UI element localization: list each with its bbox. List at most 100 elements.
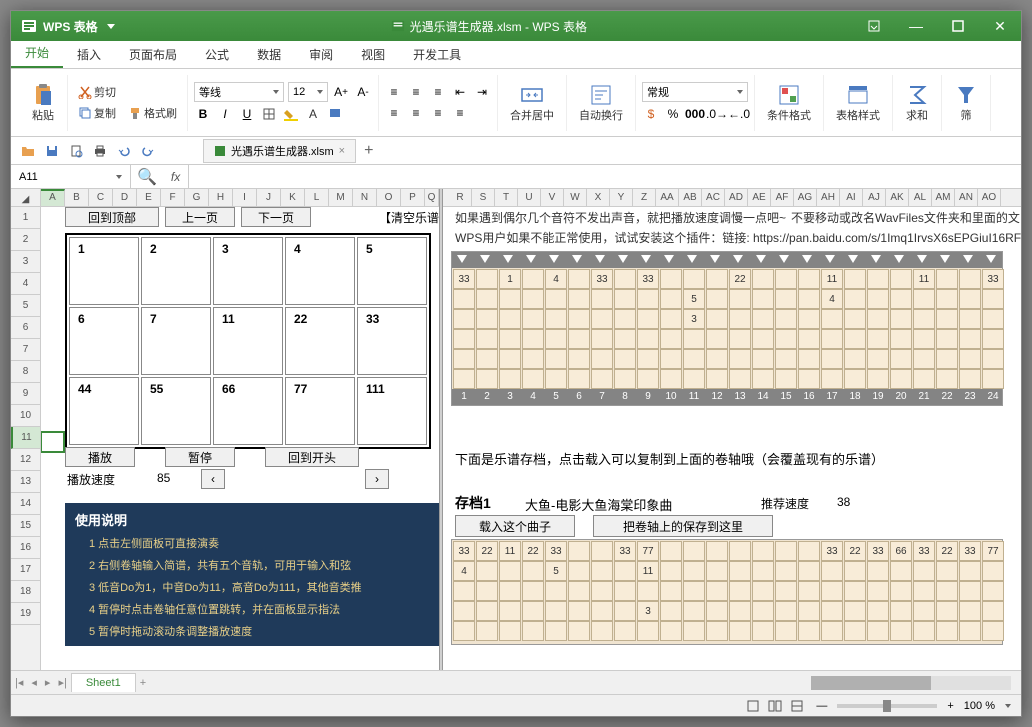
borders-button[interactable] <box>260 105 278 123</box>
tab-formula[interactable]: 公式 <box>191 41 243 68</box>
tab-review[interactable]: 审阅 <box>295 41 347 68</box>
goto-top-button[interactable]: 回到顶部 <box>65 207 159 227</box>
cell-content-area[interactable]: 回到顶部 上一页 下一页 【清空乐谱 123456711223344556677… <box>41 207 1021 670</box>
note-cell[interactable]: 33 <box>453 541 475 561</box>
col-header[interactable]: W <box>564 189 587 206</box>
track-cell[interactable] <box>522 329 544 349</box>
row-header[interactable]: 15 <box>11 515 40 537</box>
track-cell[interactable] <box>752 621 774 641</box>
track-cell[interactable] <box>752 561 774 581</box>
track-cell[interactable] <box>913 601 935 621</box>
track-cell[interactable] <box>614 561 636 581</box>
print-button[interactable] <box>91 142 109 160</box>
tab-home[interactable]: 开始 <box>11 39 63 68</box>
track-cell[interactable] <box>499 289 521 309</box>
track-cell[interactable] <box>821 329 843 349</box>
track-cell[interactable] <box>936 349 958 369</box>
track-cell[interactable] <box>545 601 567 621</box>
track-cell[interactable] <box>867 289 889 309</box>
track-cell[interactable] <box>660 289 682 309</box>
track-cell[interactable] <box>568 289 590 309</box>
tab-data[interactable]: 数据 <box>243 41 295 68</box>
numpad-key[interactable]: 7 <box>141 307 211 375</box>
track-cell[interactable] <box>637 581 659 601</box>
note-cell[interactable]: 22 <box>729 269 751 289</box>
track-cell[interactable] <box>476 621 498 641</box>
track-cell[interactable] <box>844 309 866 329</box>
track-cell[interactable] <box>591 601 613 621</box>
track-cell[interactable] <box>660 329 682 349</box>
track-cell[interactable] <box>660 541 682 561</box>
track-cell[interactable] <box>729 289 751 309</box>
app-logo[interactable]: WPS 表格 <box>11 18 125 35</box>
track-cell[interactable] <box>752 289 774 309</box>
save-song-button[interactable]: 把卷轴上的保存到这里 <box>593 515 773 537</box>
note-cell[interactable]: 3 <box>683 309 705 329</box>
comma-button[interactable]: 000 <box>686 105 704 123</box>
track-cell[interactable] <box>775 541 797 561</box>
track-cell[interactable] <box>982 329 1004 349</box>
number-format-select[interactable]: 常规 <box>642 82 748 102</box>
note-cell[interactable]: 3 <box>637 601 659 621</box>
track-cell[interactable] <box>821 309 843 329</box>
track-cell[interactable] <box>936 269 958 289</box>
note-cell[interactable]: 33 <box>982 269 1004 289</box>
track-cell[interactable] <box>706 369 728 389</box>
track-cell[interactable] <box>775 621 797 641</box>
track-cell[interactable] <box>637 289 659 309</box>
track-cell[interactable] <box>476 309 498 329</box>
track-cell[interactable] <box>660 621 682 641</box>
print-preview-button[interactable] <box>67 142 85 160</box>
track-cell[interactable] <box>683 369 705 389</box>
track-cell[interactable] <box>591 541 613 561</box>
track-cell[interactable] <box>959 309 981 329</box>
track-cell[interactable] <box>752 369 774 389</box>
zoom-in-button[interactable]: + <box>947 700 953 712</box>
track-cell[interactable] <box>545 369 567 389</box>
track-cell[interactable] <box>798 541 820 561</box>
sum-button[interactable]: 求和 <box>899 81 935 125</box>
track-cell[interactable] <box>453 601 475 621</box>
track-cell[interactable] <box>821 561 843 581</box>
track-cell[interactable] <box>660 369 682 389</box>
track-cell[interactable] <box>545 309 567 329</box>
track-cell[interactable] <box>706 269 728 289</box>
track-cell[interactable] <box>476 329 498 349</box>
track-cell[interactable] <box>890 601 912 621</box>
window-dropdown-button[interactable] <box>853 11 895 41</box>
track-cell[interactable] <box>453 581 475 601</box>
row-header[interactable]: 19 <box>11 603 40 625</box>
note-cell[interactable]: 77 <box>637 541 659 561</box>
font-name-select[interactable]: 等线 <box>194 82 284 102</box>
col-header[interactable]: R <box>449 189 472 206</box>
view-break-button[interactable] <box>788 697 806 715</box>
font-size-select[interactable]: 12 <box>288 82 328 102</box>
prev-page-button[interactable]: 上一页 <box>165 207 235 227</box>
track-cell[interactable] <box>913 349 935 369</box>
note-cell[interactable]: 77 <box>982 541 1004 561</box>
track-cell[interactable] <box>913 621 935 641</box>
track-cell[interactable] <box>522 581 544 601</box>
track-cell[interactable] <box>936 329 958 349</box>
track-cell[interactable] <box>821 369 843 389</box>
note-cell[interactable]: 11 <box>637 561 659 581</box>
zoom-out-button[interactable]: — <box>816 700 827 712</box>
track-cell[interactable] <box>959 601 981 621</box>
track-cell[interactable] <box>798 349 820 369</box>
track-cell[interactable] <box>453 349 475 369</box>
track-cell[interactable] <box>545 329 567 349</box>
track-cell[interactable] <box>752 329 774 349</box>
track-cell[interactable] <box>729 601 751 621</box>
track-cell[interactable] <box>729 581 751 601</box>
track-cell[interactable] <box>660 601 682 621</box>
note-cell[interactable]: 33 <box>637 269 659 289</box>
col-header[interactable]: AF <box>771 189 794 206</box>
select-all-corner[interactable]: ◢ <box>11 189 40 207</box>
track-cell[interactable] <box>959 369 981 389</box>
indent-right-button[interactable]: ⇥ <box>473 83 491 101</box>
table-style-button[interactable]: 表格样式 <box>830 81 886 125</box>
save-button[interactable] <box>43 142 61 160</box>
track-cell[interactable] <box>821 349 843 369</box>
row-header[interactable]: 3 <box>11 251 40 273</box>
col-header[interactable]: T <box>495 189 518 206</box>
